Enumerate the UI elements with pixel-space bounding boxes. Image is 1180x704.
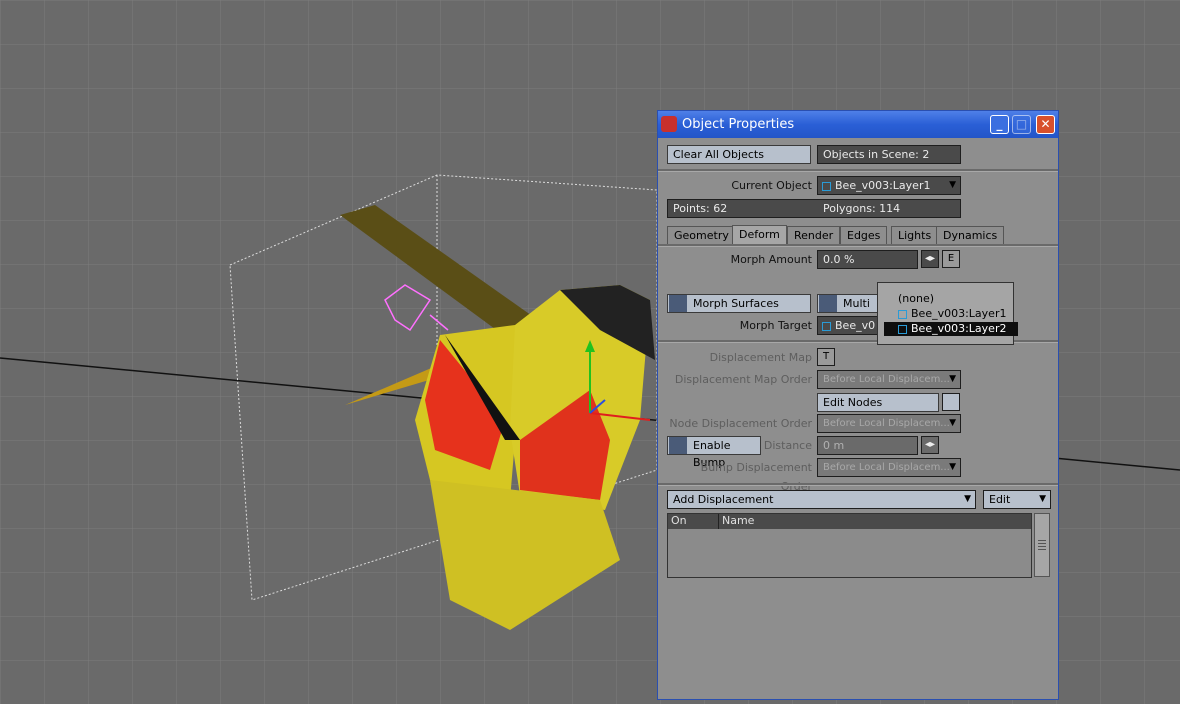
texture-button[interactable]: T (817, 348, 835, 366)
polygons-count: Polygons: 114 (823, 202, 901, 215)
objects-in-scene-display: Objects in Scene: 2 (817, 145, 961, 164)
grip-icon (1038, 540, 1046, 541)
node-displacement-order-value: Before Local Displacem... (823, 418, 950, 429)
checkbox-icon (669, 437, 687, 454)
clear-all-objects-button[interactable]: Clear All Objects (667, 145, 811, 164)
nodes-toggle[interactable] (942, 393, 960, 411)
displacement-map-order-dropdown[interactable]: Before Local Displacem... ▼ (817, 370, 961, 389)
column-on[interactable]: On (671, 514, 687, 527)
column-divider (718, 514, 719, 529)
add-displacement-dropdown[interactable]: Add Displacement ▼ (667, 490, 976, 509)
list-header: On Name (668, 514, 1031, 529)
tab-deform[interactable]: Deform (732, 225, 787, 245)
tab-geometry[interactable]: Geometry (667, 226, 736, 244)
displacement-map-order-label: Displacement Map Order (674, 373, 812, 386)
object-icon (898, 324, 907, 334)
bump-displacement-order-value: Before Local Displacem... (823, 462, 950, 473)
multi-target-toggle[interactable]: Multi T (817, 294, 879, 327)
node-displacement-order-label: Node Displacement Order (669, 417, 812, 430)
morph-surfaces-label: Morph Surfaces (693, 297, 779, 310)
displacement-list[interactable]: On Name (667, 513, 1032, 578)
list-scrollbar[interactable] (1034, 513, 1050, 577)
chevron-down-icon: ▼ (949, 462, 956, 472)
distance-label: Distance (763, 439, 812, 452)
window-title: Object Properties (682, 117, 795, 132)
morph-surfaces-toggle[interactable]: Morph Surfaces (667, 294, 811, 313)
current-object-label: Current Object (731, 179, 812, 192)
maximize-icon: □ (1015, 117, 1028, 131)
morph-amount-label: Morph Amount (730, 253, 812, 266)
distance-input[interactable]: 0 m (817, 436, 918, 455)
checkbox-icon (819, 295, 837, 312)
tab-edges[interactable]: Edges (840, 226, 888, 244)
morph-target-label: Morph Target (739, 319, 812, 332)
popup-item-layer1[interactable]: Bee_v003:Layer1 (898, 307, 1006, 321)
app-icon (661, 116, 677, 132)
divider (658, 483, 1058, 486)
object-properties-window: Object Properties _ □ ✕ Clear All Object… (657, 110, 1059, 700)
morph-amount-input[interactable]: 0.0 % (817, 250, 918, 269)
node-displacement-order-dropdown[interactable]: Before Local Displacem... ▼ (817, 414, 961, 433)
chevron-down-icon: ▼ (949, 180, 956, 190)
close-button[interactable]: ✕ (1036, 115, 1055, 134)
chevron-down-icon: ▼ (1039, 494, 1046, 504)
checkbox-icon (669, 295, 687, 312)
current-object-dropdown[interactable]: Bee_v003:Layer1 ▼ (817, 176, 961, 195)
maximize-button[interactable]: □ (1012, 115, 1031, 134)
bump-displacement-order-dropdown[interactable]: Before Local Displacem... ▼ (817, 458, 961, 477)
minimize-icon: _ (996, 117, 1003, 131)
popup-item-layer1-label: Bee_v003:Layer1 (911, 307, 1007, 320)
displacement-map-order-value: Before Local Displacem... (823, 374, 950, 385)
object-icon (822, 321, 831, 331)
tab-render[interactable]: Render (787, 226, 841, 244)
close-icon: ✕ (1040, 117, 1051, 131)
morph-target-popup[interactable]: (none) Bee_v003:Layer1 Bee_v003:Layer2 (877, 282, 1018, 345)
enable-bump-toggle[interactable]: Enable Bump (667, 436, 761, 469)
slider-arrows-icon[interactable]: ◂▸ (921, 436, 939, 454)
title-bar[interactable]: Object Properties _ □ ✕ (658, 111, 1058, 138)
object-icon (822, 181, 831, 191)
points-count: Points: 62 (673, 202, 728, 215)
tab-dynamics[interactable]: Dynamics (936, 226, 1005, 244)
envelope-button[interactable]: E (942, 250, 960, 268)
displacement-map-label: Displacement Map (709, 351, 812, 364)
morph-target-value: Bee_v0 (835, 319, 876, 332)
stats-bar: Points: 62 Polygons: 114 (667, 199, 961, 218)
popup-item-layer2[interactable]: Bee_v003:Layer2 (884, 322, 1018, 336)
object-icon (898, 309, 907, 319)
chevron-down-icon: ▼ (964, 494, 971, 504)
tab-lights[interactable]: Lights (891, 226, 939, 244)
popup-item-layer2-label: Bee_v003:Layer2 (911, 322, 1007, 335)
add-displacement-label: Add Displacement (673, 493, 774, 506)
edit-nodes-button[interactable]: Edit Nodes (817, 393, 939, 412)
chevron-down-icon: ▼ (949, 374, 956, 384)
divider (658, 169, 1058, 172)
morph-target-dropdown[interactable]: Bee_v0 (817, 316, 879, 335)
slider-arrows-icon[interactable]: ◂▸ (921, 250, 939, 268)
chevron-down-icon: ▼ (949, 418, 956, 428)
minimize-button[interactable]: _ (990, 115, 1009, 134)
current-object-value: Bee_v003:Layer1 (835, 179, 931, 192)
tabs-divider (658, 244, 1058, 247)
edit-dropdown[interactable]: Edit ▼ (983, 490, 1051, 509)
edit-label: Edit (989, 493, 1011, 506)
bump-displacement-order-label: Bump Displacement Order (700, 461, 812, 493)
column-name[interactable]: Name (722, 514, 754, 527)
popup-item-none[interactable]: (none) (898, 292, 934, 306)
